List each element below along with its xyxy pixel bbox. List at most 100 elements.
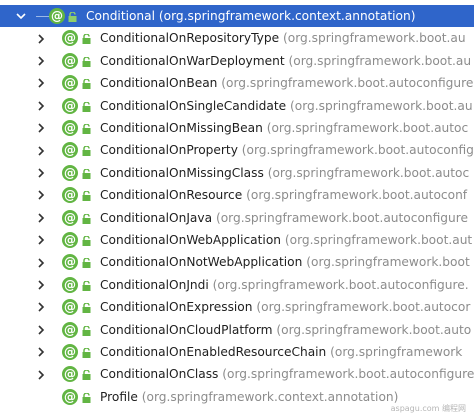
tree-item-row[interactable]: @ ConditionalOnBean (org.springframework.…: [0, 72, 474, 94]
item-name: ConditionalOnMissingBean: [100, 121, 263, 135]
item-package: (org.springframework.boot.autoconfigure: [221, 76, 474, 91]
chevron-right-icon[interactable]: [35, 33, 47, 45]
tree-item-row[interactable]: @ ConditionalOnNotWebApplication (org.spr…: [0, 251, 474, 273]
annotation-icon: @: [62, 276, 78, 293]
tree-root-row[interactable]: @ Conditional (org.springframework.conte…: [0, 5, 474, 28]
item-package: (org.springframework.boot.autoconfigure: [222, 367, 474, 382]
item-name: ConditionalOnResource: [100, 188, 243, 203]
annotation-icon: @: [62, 97, 78, 114]
item-package: (org.springframework.boot.au: [289, 98, 473, 113]
annotation-icon: @: [62, 232, 78, 248]
chevron-right-icon[interactable]: [35, 234, 47, 246]
item-package: (org.springframework.boot.autocor: [256, 300, 471, 315]
chevron-right-icon[interactable]: [35, 167, 47, 179]
item-name: ConditionalOnMissingClass: [100, 165, 264, 180]
lock-icon: [82, 124, 91, 134]
chevron-right-icon[interactable]: [35, 212, 47, 224]
lock-icon: [82, 258, 91, 269]
tree-item-row[interactable]: @ ConditionalOnWebApplication (org.spring…: [0, 229, 474, 251]
tree-item-row[interactable]: @ ConditionalOnCloudPlatform (org.springf…: [0, 319, 474, 341]
item-package: (org.springframework.context.annotation): [141, 389, 399, 404]
annotation-icon: @: [62, 142, 78, 159]
tree-item-row[interactable]: @ ConditionalOnJndi (org.springframework.…: [0, 274, 474, 296]
item-package: (org.springframework.boot.autoc: [267, 165, 470, 180]
item-name: ConditionalOnBean: [100, 76, 218, 91]
lock-icon: [82, 370, 91, 381]
annotation-icon: @: [62, 164, 78, 181]
item-name: ConditionalOnClass: [100, 367, 219, 382]
watermark: aspagu.com 编程网: [390, 404, 466, 413]
lock-icon: [82, 191, 91, 202]
item-package: (org.springframework.boot.autoconfig: [241, 143, 474, 158]
item-name: ConditionalOnJava: [100, 210, 213, 225]
annotation-icon: @: [62, 52, 78, 69]
chevron-right-icon[interactable]: [35, 100, 47, 112]
item-package: (org.springframework: [330, 345, 463, 359]
item-package: (org.springframework.boot: [306, 255, 470, 270]
chevron-right-icon[interactable]: [35, 189, 47, 201]
lock-icon: [82, 348, 91, 358]
lock-icon: [82, 236, 91, 246]
item-package: (org.springframework.boot.au: [288, 53, 472, 68]
tree-item-row[interactable]: @ ConditionalOnMissingBean (org.springfra…: [0, 117, 474, 139]
item-name: ConditionalOnCloudPlatform: [100, 322, 273, 337]
annotation-icon: @: [62, 254, 78, 271]
chevron-right-icon[interactable]: [35, 55, 47, 67]
tree-item-row[interactable]: @ ConditionalOnEnabledResourceChain (org.…: [0, 341, 474, 363]
lock-icon: [82, 34, 91, 45]
annotation-icon: @: [62, 366, 78, 383]
tree-item-row[interactable]: @ ConditionalOnWarDeployment (org.springf…: [0, 50, 474, 72]
lock-icon: [82, 79, 91, 90]
tree-item-row[interactable]: @ ConditionalOnClass (org.springframework…: [0, 363, 474, 385]
item-name: Profile: [100, 389, 138, 404]
item-name: ConditionalOnWebApplication: [100, 233, 281, 247]
item-package: (org.springframework.boot.autoc: [266, 121, 469, 135]
tree-item-row[interactable]: @ ConditionalOnRepositoryType (org.spring…: [0, 27, 474, 49]
root-package: (org.springframework.context.annotation): [158, 9, 416, 23]
tree-item-row[interactable]: @ ConditionalOnMissingClass (org.springfr…: [0, 162, 474, 184]
lock-icon: [82, 213, 91, 224]
annotation-icon: @: [62, 344, 78, 360]
item-name: ConditionalOnSingleCandidate: [100, 98, 287, 113]
item-package: (org.springframework.boot.autoconf: [246, 188, 468, 203]
chevron-down-icon[interactable]: [15, 10, 27, 22]
item-name: ConditionalOnJndi: [100, 277, 209, 292]
lock-icon: [82, 168, 91, 179]
item-package: (org.springframework.boot.aut: [284, 233, 473, 247]
hierarchy-tree: @ Conditional (org.springframework.conte…: [0, 0, 474, 418]
item-name: ConditionalOnProperty: [100, 143, 238, 158]
annotation-icon: @: [62, 321, 78, 338]
chevron-right-icon[interactable]: [35, 346, 47, 358]
lock-icon: [82, 303, 91, 314]
tree-item-row[interactable]: @ ConditionalOnJava (org.springframework.…: [0, 207, 474, 229]
chevron-right-icon[interactable]: [35, 122, 47, 134]
lock-icon: [82, 56, 91, 67]
tree-item-row[interactable]: @ ConditionalOnExpression (org.springfram…: [0, 296, 474, 318]
item-package: (org.springframework.boot.autoconfigure.: [212, 277, 469, 292]
chevron-right-icon[interactable]: [35, 369, 47, 381]
annotation-icon: @: [62, 30, 78, 47]
item-package: (org.springframework.boot.au: [283, 31, 466, 46]
chevron-right-icon[interactable]: [35, 324, 47, 336]
lock-icon: [68, 12, 77, 22]
tree-item-row[interactable]: @ ConditionalOnProperty (org.springframew…: [0, 139, 474, 161]
item-name: ConditionalOnExpression: [100, 300, 253, 315]
chevron-right-icon[interactable]: [35, 145, 47, 157]
tree-item-row[interactable]: @ ConditionalOnResource (org.springframew…: [0, 184, 474, 206]
lock-icon: [82, 101, 91, 112]
annotation-icon: @: [62, 75, 78, 92]
annotation-icon: @: [62, 299, 78, 316]
chevron-right-icon[interactable]: [35, 77, 47, 89]
tree-item-row[interactable]: @ ConditionalOnSingleCandidate (org.sprin…: [0, 95, 474, 117]
chevron-right-icon[interactable]: [35, 257, 47, 269]
annotation-icon: @: [62, 187, 78, 204]
lock-icon: [82, 325, 91, 336]
lock-icon: [82, 392, 91, 403]
chevron-right-icon[interactable]: [35, 301, 47, 313]
item-name: ConditionalOnEnabledResourceChain: [100, 345, 327, 359]
chevron-right-icon[interactable]: [35, 279, 47, 291]
item-package: (org.springframework.boot.autoconfigure: [215, 210, 469, 225]
annotation-icon: @: [62, 120, 78, 136]
annotation-icon: @: [62, 209, 78, 226]
item-name: ConditionalOnRepositoryType: [100, 31, 280, 46]
